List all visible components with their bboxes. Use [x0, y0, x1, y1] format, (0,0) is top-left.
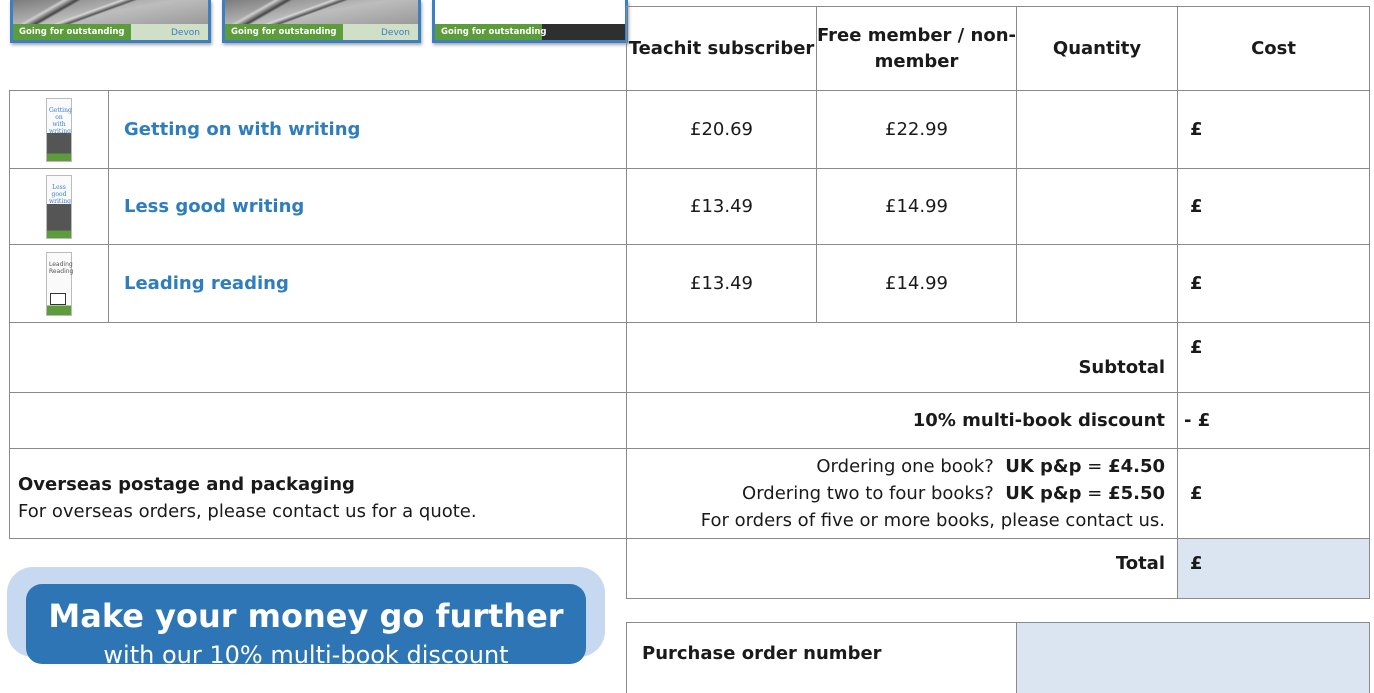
overseas-postage-note: For overseas orders, please contact us f… [18, 500, 477, 522]
uk-postage-line-3: For orders of five or more books, please… [700, 510, 1166, 531]
blank-cell [9, 322, 627, 393]
uk-postage-line-2: Ordering two to four books? UK p&p = £5.… [742, 483, 1166, 504]
price-free: £14.99 [816, 244, 1017, 323]
cost-value: £ [1177, 244, 1371, 323]
promo-title: Make your money go further [48, 597, 564, 635]
cost-value: £ [1177, 90, 1371, 169]
book-row: Leading Reading Leading reading £13.49 £… [9, 244, 1371, 323]
discount-row: 10% multi-book discount - £ [9, 392, 1371, 449]
book-cover-image: Getting on with writing [46, 97, 72, 162]
header-free-member: Free member / non-member [816, 6, 1017, 91]
subtotal-value: £ [1177, 322, 1371, 393]
overseas-postage-cell: Overseas postage and packaging For overs… [9, 448, 627, 539]
cost-value: £ [1177, 168, 1371, 245]
book-cover-cell: Getting on with writing [9, 90, 109, 169]
price-teachit: £13.49 [626, 244, 817, 323]
spacer [1177, 538, 1371, 553]
book-title[interactable]: Less good writing [108, 168, 627, 245]
subtotal-label: Subtotal [625, 322, 1179, 393]
uk-postage-line-1: Ordering one book? UK p&p = £4.50 [816, 456, 1166, 477]
quantity-field[interactable] [1015, 168, 1179, 245]
book-row: Getting on with writing Getting on with … [9, 90, 1371, 169]
header-row: Teachit subscriber Free member / non-mem… [10, 6, 1371, 91]
book-cover-cell: Leading Reading [9, 244, 109, 323]
overseas-postage-title: Overseas postage and packaging [18, 473, 355, 495]
quantity-field[interactable] [1015, 90, 1179, 169]
price-free: £22.99 [816, 90, 1017, 169]
book-cover-image: Leading Reading [46, 251, 73, 316]
header-spacer [10, 7, 627, 91]
purchase-order-input[interactable] [1015, 622, 1371, 693]
quantity-field[interactable] [1015, 244, 1179, 323]
header-quantity: Quantity [1015, 6, 1179, 91]
price-free: £14.99 [816, 168, 1017, 245]
promo-subtitle: with our 10% multi-book discount [103, 641, 509, 669]
price-teachit: £20.69 [626, 90, 817, 169]
promo-box: Make your money go further with our 10% … [26, 584, 586, 669]
book-cover-cell: Less good writing [9, 168, 109, 245]
spacer-row [10, 538, 1371, 553]
promo-banner: Make your money go further with our 10% … [7, 567, 605, 669]
discount-value: - £ [1177, 392, 1371, 449]
postage-row: Overseas postage and packaging For overs… [9, 448, 1371, 539]
postage-value: £ [1177, 448, 1371, 539]
book-title[interactable]: Leading reading [108, 244, 627, 323]
total-label: Total [625, 552, 1179, 599]
book-title[interactable]: Getting on with writing [108, 90, 627, 169]
device-icon [50, 292, 66, 305]
header-teachit-subscriber: Teachit subscriber [626, 6, 817, 91]
subtotal-row: Subtotal £ [9, 322, 1371, 393]
spacer [10, 539, 627, 553]
header-cost: Cost [1177, 6, 1371, 91]
blank-cell [9, 392, 627, 449]
discount-label: 10% multi-book discount [625, 392, 1179, 449]
price-teachit: £13.49 [626, 168, 817, 245]
spacer [625, 538, 1179, 553]
uk-postage-cell: Ordering one book? UK p&p = £4.50 Orderi… [625, 448, 1179, 539]
purchase-order-label: Purchase order number [626, 622, 1017, 693]
book-row: Less good writing Less good writing £13.… [9, 168, 1371, 245]
book-cover-image: Less good writing [46, 174, 72, 239]
total-value: £ [1177, 552, 1371, 599]
